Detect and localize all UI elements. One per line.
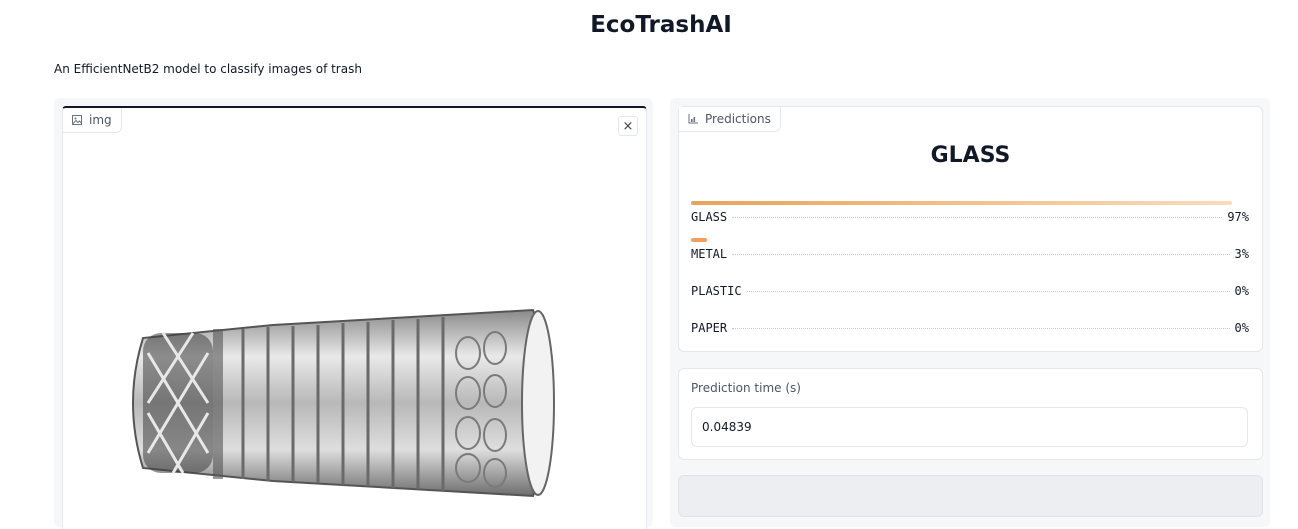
confidence-bar (691, 275, 1249, 279)
output-panel: Predictions GLASS GLASS 97% METAL 3% PLA… (670, 98, 1270, 527)
prediction-time-label: Prediction time (s) (691, 381, 801, 395)
confidence-label: PAPER (691, 321, 728, 335)
confidence-label: GLASS (691, 210, 728, 224)
predictions-box: Predictions GLASS GLASS 97% METAL 3% PLA… (678, 106, 1263, 352)
confidence-percent: 3% (1234, 247, 1249, 261)
confidence-bar (691, 201, 1233, 205)
predictions-label-text: Predictions (705, 112, 771, 126)
image-input-panel: img × (54, 98, 653, 529)
image-input-label-text: img (89, 113, 112, 127)
confidence-percent: 97% (1227, 210, 1249, 224)
confidence-row-paper: PAPER 0% (691, 312, 1249, 335)
top-prediction: GLASS (930, 143, 1011, 168)
clear-image-button[interactable]: × (618, 116, 638, 136)
flag-button[interactable] (678, 475, 1263, 517)
bar-chart-icon (688, 114, 698, 124)
confidence-bar (691, 238, 707, 242)
image-upload-area[interactable]: img × (62, 106, 647, 529)
confidence-percent: 0% (1234, 321, 1249, 335)
page-title: EcoTrashAI (590, 12, 732, 38)
confidence-row-plastic: PLASTIC 0% (691, 275, 1249, 298)
image-input-label: img (63, 108, 122, 133)
confidence-label: PLASTIC (691, 284, 742, 298)
prediction-time-box: Prediction time (s) 0.04839 (678, 368, 1263, 460)
prediction-time-field[interactable]: 0.04839 (691, 407, 1248, 447)
confidence-label: METAL (691, 247, 728, 261)
confidence-bar (691, 312, 1249, 316)
confidence-row-metal: METAL 3% (691, 238, 1249, 261)
page-description: An EfficientNetB2 model to classify imag… (54, 62, 362, 76)
close-icon: × (622, 118, 634, 134)
uploaded-glass-image (132, 308, 555, 498)
image-icon (72, 115, 82, 125)
confidence-percent: 0% (1234, 284, 1249, 298)
confidence-row-glass: GLASS 97% (691, 201, 1249, 224)
predictions-label: Predictions (679, 107, 781, 132)
